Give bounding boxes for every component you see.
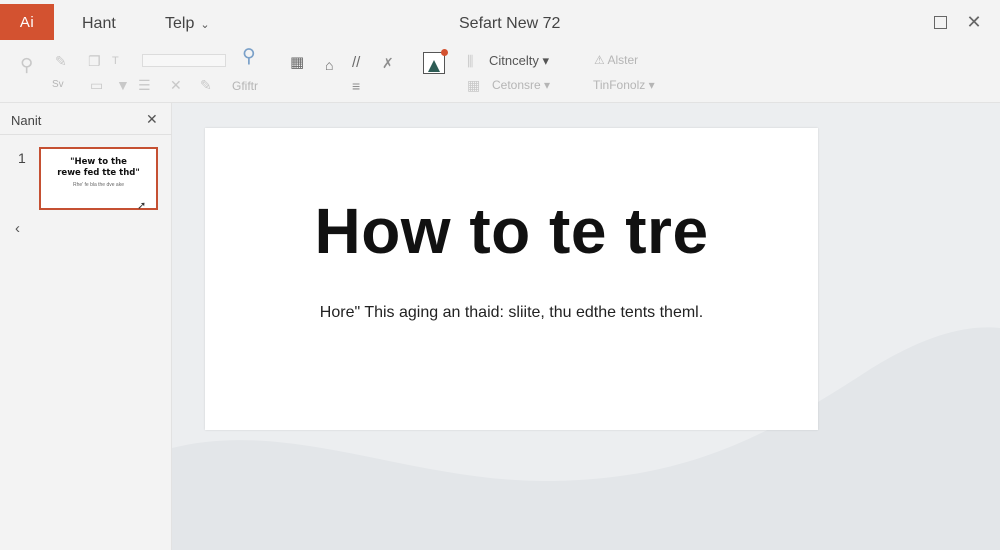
clear-icon[interactable]: ✕ <box>170 78 182 92</box>
menu-telp-label: Telp <box>165 15 195 32</box>
paste-label: Sv <box>52 79 64 90</box>
title-bar: Ai Hant Telp ⌄ Sefart New 72 ✕ <box>0 0 1000 48</box>
pane-title: Nanit <box>11 113 42 128</box>
grid-icon[interactable]: ▦ <box>467 78 480 92</box>
font-size-icon[interactable]: T <box>112 54 119 68</box>
picture-format-icon[interactable] <box>423 49 448 74</box>
list-icon[interactable]: ☰ <box>138 78 151 92</box>
alister-label: Alster <box>607 53 639 67</box>
alister-button[interactable]: ⚠ Alster <box>594 53 638 67</box>
slide-subtitle[interactable]: Hore" This aging an thaid: sliite, thu e… <box>205 304 818 322</box>
font-name-box[interactable] <box>142 54 226 67</box>
slide-title[interactable]: How to te tre <box>205 194 818 268</box>
close-icon[interactable]: ✕ <box>146 111 158 128</box>
menu-telp[interactable]: Telp ⌄ <box>165 15 210 33</box>
pen-icon[interactable]: ✎ <box>200 78 212 92</box>
arrange-dropdown[interactable]: Cetonsre ▾ <box>492 78 550 92</box>
collapse-pane-icon[interactable]: ‹ <box>15 220 20 237</box>
layout-icon[interactable]: ▦ <box>290 55 304 70</box>
arrange-label: Cetonsre <box>492 78 541 92</box>
tinfonolz-label: TinFonolz <box>593 78 646 92</box>
menu-hant[interactable]: Hant <box>82 15 116 33</box>
brush-icon[interactable]: ✎ <box>55 54 67 68</box>
zoom-icon[interactable]: ⚲ <box>242 47 256 66</box>
close-button[interactable]: ✕ <box>964 12 984 32</box>
cut-icon[interactable]: ▭ <box>90 78 103 92</box>
mouse-cursor-icon: ➚ <box>137 200 147 212</box>
copy-icon[interactable]: ❐ <box>88 54 101 68</box>
slide[interactable]: How to te tre Hore" This aging an thaid:… <box>205 128 818 430</box>
close-icon: ✕ <box>966 11 982 32</box>
thumbnail-title: "Hew to the rewe fed tte thd" <box>57 157 140 178</box>
slide-number: 1 <box>18 150 26 166</box>
font-style-label: Citncelty <box>489 53 539 68</box>
replace-label[interactable]: Gfiftr <box>232 79 258 93</box>
app-menu-button[interactable]: Ai <box>0 4 54 40</box>
italic-lines-icon[interactable]: // <box>352 55 360 70</box>
search-icon[interactable]: ⚲ <box>20 56 33 74</box>
align-icon[interactable]: ≡ <box>352 79 360 93</box>
pane-header: Nanit ✕ <box>0 103 172 135</box>
thumbnail-subtitle: Rhe' fe bla the dve ake <box>73 182 124 188</box>
slide-pane: Nanit ✕ 1 "Hew to the rewe fed tte thd" … <box>0 103 172 550</box>
document-title: Sefart New 72 <box>459 15 561 32</box>
font-style-dropdown[interactable]: Citncelty ▾ <box>489 53 549 69</box>
chevron-down-icon: ⌄ <box>200 19 210 31</box>
columns-icon[interactable]: ⫼ <box>467 54 473 68</box>
format-icon[interactable]: ▼ <box>116 78 130 92</box>
maximize-icon <box>933 15 947 29</box>
tinfonolz-dropdown[interactable]: TinFonolz ▾ <box>593 78 655 92</box>
maximize-button[interactable] <box>930 12 950 32</box>
shape-icon[interactable]: ⌂ <box>325 58 333 72</box>
strike-icon[interactable]: ✗ <box>382 56 394 70</box>
